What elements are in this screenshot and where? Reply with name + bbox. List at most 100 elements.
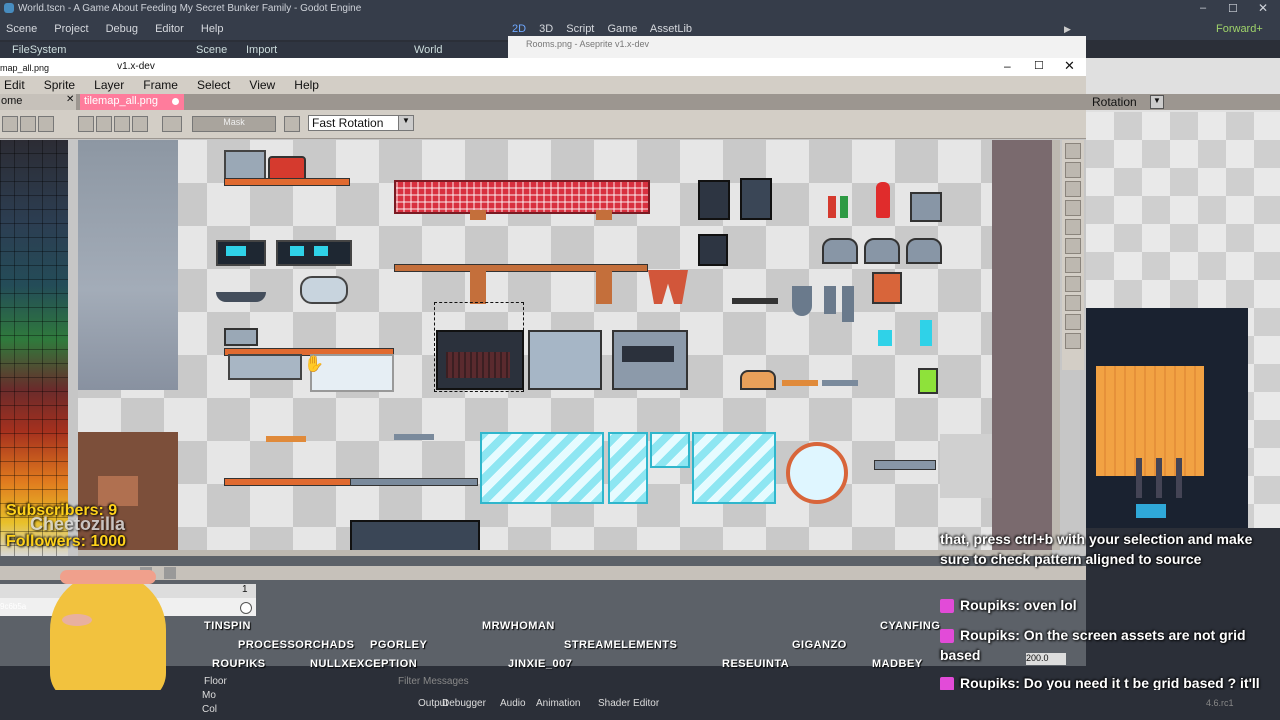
- selection-replace-icon[interactable]: [78, 116, 94, 132]
- pencil-tool-icon[interactable]: [1065, 162, 1081, 178]
- chevron-down-icon[interactable]: ▼: [398, 115, 414, 131]
- cel-dot-icon[interactable]: [240, 602, 252, 614]
- menu-project[interactable]: Project: [54, 23, 88, 35]
- grid-icon[interactable]: [284, 116, 300, 132]
- table-leg-tile: [470, 270, 486, 304]
- menu-debug[interactable]: Debug: [106, 23, 138, 35]
- aseprite-tab-bar: ome ✕ tilemap_all.png: [0, 94, 1086, 110]
- workspace-3d[interactable]: 3D: [539, 23, 553, 35]
- filter-messages-input[interactable]: Filter Messages: [398, 676, 469, 687]
- menu-frame[interactable]: Frame: [143, 78, 178, 92]
- workspace-script[interactable]: Script: [566, 23, 594, 35]
- mask-button[interactable]: Mask: [192, 116, 276, 132]
- tab-debugger[interactable]: Debugger: [442, 698, 486, 709]
- rotation-select[interactable]: Rotation: [1092, 95, 1137, 109]
- bottle-tile: [828, 196, 836, 218]
- marquee-tool-icon[interactable]: [1065, 143, 1081, 159]
- line-tool-icon[interactable]: [1065, 276, 1081, 292]
- chevron-down-icon[interactable]: ▼: [1150, 95, 1164, 109]
- tab-animation[interactable]: Animation: [536, 698, 580, 709]
- cutting-board-tile: [872, 272, 902, 304]
- tab-audio[interactable]: Audio: [500, 698, 526, 709]
- aseprite-close-button[interactable]: ✕: [1064, 58, 1075, 74]
- stop-icon[interactable]: [20, 116, 36, 132]
- workspace-2d[interactable]: 2D: [512, 23, 526, 35]
- avatar-mouth: [62, 614, 92, 626]
- tab-import[interactable]: Import: [246, 44, 277, 56]
- menu-scene[interactable]: Scene: [6, 23, 37, 35]
- palette-grid: [0, 140, 68, 556]
- credit-name: NULLXEXCEPTION: [310, 658, 418, 670]
- tab-filesystem[interactable]: FileSystem: [12, 44, 66, 56]
- streamer-name: Cheetozilla: [30, 514, 126, 534]
- menu-help-ase[interactable]: Help: [294, 78, 319, 92]
- sprite-canvas[interactable]: [78, 140, 992, 550]
- rectangle-tool-icon[interactable]: [1065, 295, 1081, 311]
- machine-tile: [740, 178, 772, 220]
- credit-name: PGORLEY: [370, 639, 428, 651]
- color-palette[interactable]: [0, 140, 68, 556]
- bottle-tile: [840, 196, 848, 218]
- table-leg-tile: [596, 270, 612, 304]
- arrow-down-icon[interactable]: [2, 116, 18, 132]
- godot-logo-icon: [4, 3, 14, 13]
- hand-cursor-icon: ✋: [304, 356, 324, 373]
- tab-home[interactable]: ome ✕: [0, 94, 76, 110]
- selection-subtract-icon[interactable]: [114, 116, 130, 132]
- move-tool-icon[interactable]: [1065, 238, 1081, 254]
- tab-shader-editor[interactable]: Shader Editor: [598, 698, 659, 709]
- stick-tile: [782, 380, 818, 386]
- aseprite-title-prefix-text: map_all.png: [0, 63, 50, 73]
- zoom-tool-icon[interactable]: [1065, 219, 1081, 235]
- menu-sprite[interactable]: Sprite: [44, 78, 75, 92]
- fill-tool-icon[interactable]: [1065, 257, 1081, 273]
- blur-tool-icon[interactable]: [1065, 314, 1081, 330]
- workspace-game[interactable]: Game: [607, 23, 637, 35]
- glass-window-tile: [608, 432, 648, 504]
- stick-tile: [822, 380, 858, 386]
- selection-add-icon[interactable]: [96, 116, 112, 132]
- avatar-body: [50, 572, 166, 702]
- godot-minimize-button[interactable]: –: [1200, 2, 1206, 14]
- ink-tool-icon[interactable]: [1065, 333, 1081, 349]
- menu-help[interactable]: Help: [201, 23, 224, 35]
- godot-maximize-button[interactable]: ☐: [1228, 2, 1238, 15]
- rotation-bar: Rotation ▼: [1086, 94, 1280, 110]
- close-icon[interactable]: ✕: [66, 94, 74, 105]
- plank-tile: [394, 434, 434, 440]
- rotation-algorithm-select[interactable]: Fast Rotation: [308, 115, 400, 131]
- aseprite-minimize-button[interactable]: –: [1004, 59, 1011, 73]
- menu-editor[interactable]: Editor: [155, 23, 184, 35]
- selection-intersect-icon[interactable]: [132, 116, 148, 132]
- pivot-icon[interactable]: [162, 116, 182, 132]
- chat-message: that, press ctrl+b with your selection a…: [940, 529, 1270, 569]
- menu-icon[interactable]: [38, 116, 54, 132]
- play-icon[interactable]: ▶: [1064, 24, 1074, 34]
- eraser-tool-icon[interactable]: [1065, 181, 1081, 197]
- rooms-window-title: Rooms.png - Aseprite v1.x-dev: [526, 39, 650, 49]
- menu-layer[interactable]: Layer: [94, 78, 124, 92]
- menu-select[interactable]: Select: [197, 78, 230, 92]
- menu-view[interactable]: View: [249, 78, 275, 92]
- tree-item-mo[interactable]: Mo: [202, 690, 216, 701]
- spatula-tile: [824, 286, 836, 314]
- tab-world[interactable]: World: [414, 44, 443, 56]
- godot-close-button[interactable]: ✕: [1258, 1, 1268, 15]
- renderer-select[interactable]: Forward+: [1216, 23, 1263, 35]
- workspace-assetlib[interactable]: AssetLib: [650, 23, 692, 35]
- vertical-scrollbar[interactable]: [1052, 140, 1060, 550]
- tab-tilemap[interactable]: tilemap_all.png: [80, 94, 184, 110]
- chat-username: Roupiks:: [960, 597, 1020, 613]
- aseprite-maximize-button[interactable]: ☐: [1034, 59, 1044, 72]
- menu-edit[interactable]: Edit: [4, 78, 25, 92]
- tree-item-col[interactable]: Col: [202, 704, 217, 715]
- godot-inspector-panel: Rotation ▼: [1086, 58, 1280, 528]
- crate-tile: [350, 520, 480, 550]
- eyedropper-tool-icon[interactable]: [1065, 200, 1081, 216]
- tab-scene[interactable]: Scene: [196, 44, 227, 56]
- plank-tile: [266, 436, 306, 442]
- kettle-tile: [910, 192, 942, 222]
- tree-item-floor[interactable]: Floor: [204, 676, 227, 687]
- fridge-tile: [528, 330, 602, 390]
- utensil-tile: [732, 298, 778, 304]
